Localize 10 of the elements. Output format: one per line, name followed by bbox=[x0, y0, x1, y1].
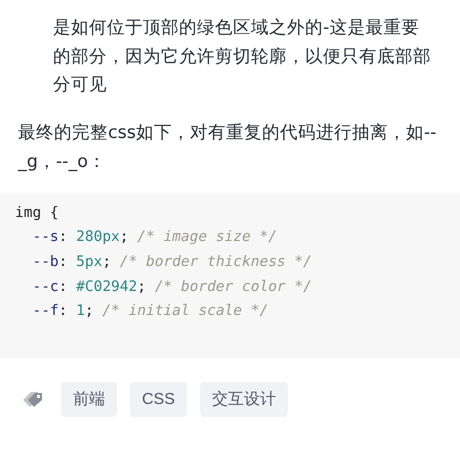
code-line: --c: #C02942; /* border color */ bbox=[31, 278, 312, 297]
list-item-text: 是如何位于顶部的绿色区域之外的-这是最重要的部分，因为它允许剪切轮廓，以便只有底部部分可见 bbox=[53, 17, 432, 97]
tag-link[interactable]: CSS bbox=[130, 382, 187, 416]
paragraph: 最终的完整css如下，对有重复的代码进行抽离，如--_g，--_o： bbox=[18, 122, 438, 174]
code-line: img { bbox=[15, 204, 59, 222]
code-line: --s: 280px; /* image size */ bbox=[31, 228, 277, 248]
tag-link[interactable]: 交互设计 bbox=[200, 382, 288, 416]
code-line: --f: 1; /* initial scale */ bbox=[31, 302, 268, 322]
code-line: --b: 5px; /* border thickness */ bbox=[31, 252, 312, 272]
tag-link[interactable]: 前端 bbox=[61, 382, 117, 416]
